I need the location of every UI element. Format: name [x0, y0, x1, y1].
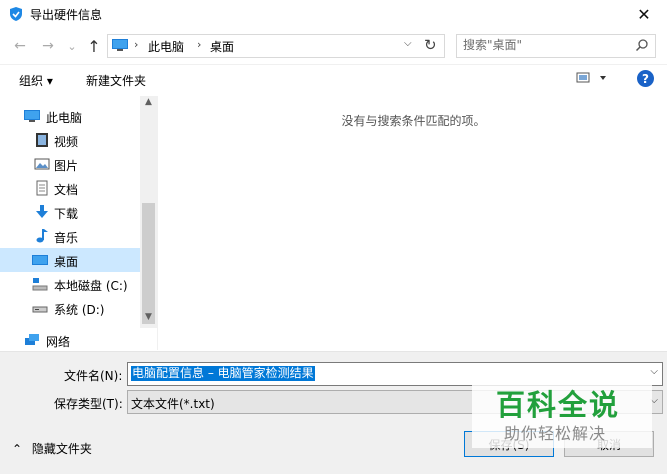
local-disk-icon — [32, 278, 48, 291]
sidebar-item-documents[interactable]: 文档 — [0, 176, 140, 200]
computer-icon — [24, 110, 40, 122]
hide-folders-label: 隐藏文件夹 — [31, 442, 92, 456]
breadcrumb-separator: › — [197, 38, 202, 51]
recent-locations-button[interactable]: ⌄ — [62, 36, 82, 56]
search-input[interactable] — [463, 38, 623, 52]
computer-icon — [112, 39, 128, 51]
filetype-label: 保存类型(T): — [54, 397, 123, 411]
sidebar-item-label: 本地磁盘 (C:) — [54, 279, 128, 293]
organize-button[interactable]: 组织 ▾ — [19, 72, 53, 89]
chevron-down-icon[interactable]: ⌵ — [650, 366, 658, 377]
watermark: 百科全说 助你轻松解决 — [472, 378, 652, 448]
breadcrumb-desktop[interactable]: 桌面 — [210, 38, 234, 55]
sidebar-item-downloads[interactable]: 下载 — [0, 200, 140, 224]
sidebar-item-this-pc[interactable]: 此电脑 — [0, 104, 140, 128]
empty-results-message: 没有与搜索条件匹配的项。 — [341, 114, 486, 128]
breadcrumb-this-pc[interactable]: 此电脑 — [148, 38, 184, 55]
filetype-value: 文本文件(*.txt) — [131, 397, 215, 411]
close-button[interactable]: ✕ — [621, 0, 667, 28]
video-icon — [36, 133, 48, 147]
scroll-up-arrow-icon[interactable]: ▲ — [140, 97, 157, 111]
pane-divider[interactable] — [157, 96, 158, 350]
forward-button[interactable]: → — [38, 36, 58, 56]
filename-label: 文件名(N): — [64, 369, 123, 383]
desktop-icon — [32, 255, 48, 265]
sidebar-item-label: 音乐 — [54, 231, 79, 245]
sidebar-item-local-disk-c[interactable]: 本地磁盘 (C:) — [0, 272, 140, 296]
hide-folders-toggle[interactable]: ⌃ 隐藏文件夹 — [12, 440, 92, 457]
filename-input-value[interactable]: 电脑配置信息 – 电脑管家检测结果 — [131, 366, 315, 381]
scroll-down-arrow-icon[interactable]: ▼ — [140, 312, 157, 326]
sidebar-item-music[interactable]: 音乐 — [0, 224, 140, 248]
documents-icon — [36, 180, 48, 196]
drive-icon — [32, 306, 48, 313]
scrollbar-thumb[interactable] — [142, 203, 155, 324]
pictures-icon — [34, 158, 50, 170]
back-button[interactable]: ← — [10, 36, 30, 56]
sidebar-item-label: 此电脑 — [46, 111, 83, 125]
sidebar-item-label: 桌面 — [54, 255, 79, 269]
window-title: 导出硬件信息 — [30, 8, 103, 22]
download-icon — [36, 205, 48, 218]
sidebar-item-label: 文档 — [54, 183, 79, 197]
search-box[interactable] — [456, 34, 656, 58]
new-folder-button[interactable]: 新建文件夹 — [86, 72, 146, 89]
sidebar-item-label: 网络 — [46, 335, 71, 349]
view-options-icon[interactable] — [576, 70, 612, 86]
refresh-icon[interactable]: ↻ — [424, 36, 437, 54]
chevron-up-icon: ⌃ — [12, 442, 23, 456]
sidebar-item-system-d[interactable]: 系统 (D:) — [0, 296, 140, 320]
music-icon — [36, 229, 48, 243]
watermark-subtitle: 助你轻松解决 — [504, 424, 607, 443]
search-icon[interactable] — [635, 38, 649, 52]
sidebar-item-network[interactable]: 网络 — [0, 328, 140, 352]
chevron-down-icon[interactable]: ⌵ — [404, 38, 412, 49]
address-bar[interactable]: › 此电脑 › 桌面 ⌵ ↻ — [107, 34, 445, 58]
help-icon[interactable]: ? — [637, 70, 654, 87]
sidebar-item-label: 系统 (D:) — [54, 303, 105, 317]
sidebar-item-pictures[interactable]: 图片 — [0, 152, 140, 176]
sidebar-item-label: 下载 — [54, 207, 79, 221]
sidebar-item-videos[interactable]: 视频 — [0, 128, 140, 152]
watermark-title: 百科全说 — [496, 388, 621, 422]
sidebar-item-desktop[interactable]: 桌面 — [0, 248, 140, 272]
shield-icon — [10, 7, 22, 21]
sidebar-item-label: 图片 — [54, 159, 79, 173]
sidebar-item-label: 视频 — [54, 135, 79, 149]
network-icon — [25, 334, 39, 345]
breadcrumb-separator: › — [134, 38, 139, 51]
up-button[interactable]: ↑ — [84, 36, 104, 56]
